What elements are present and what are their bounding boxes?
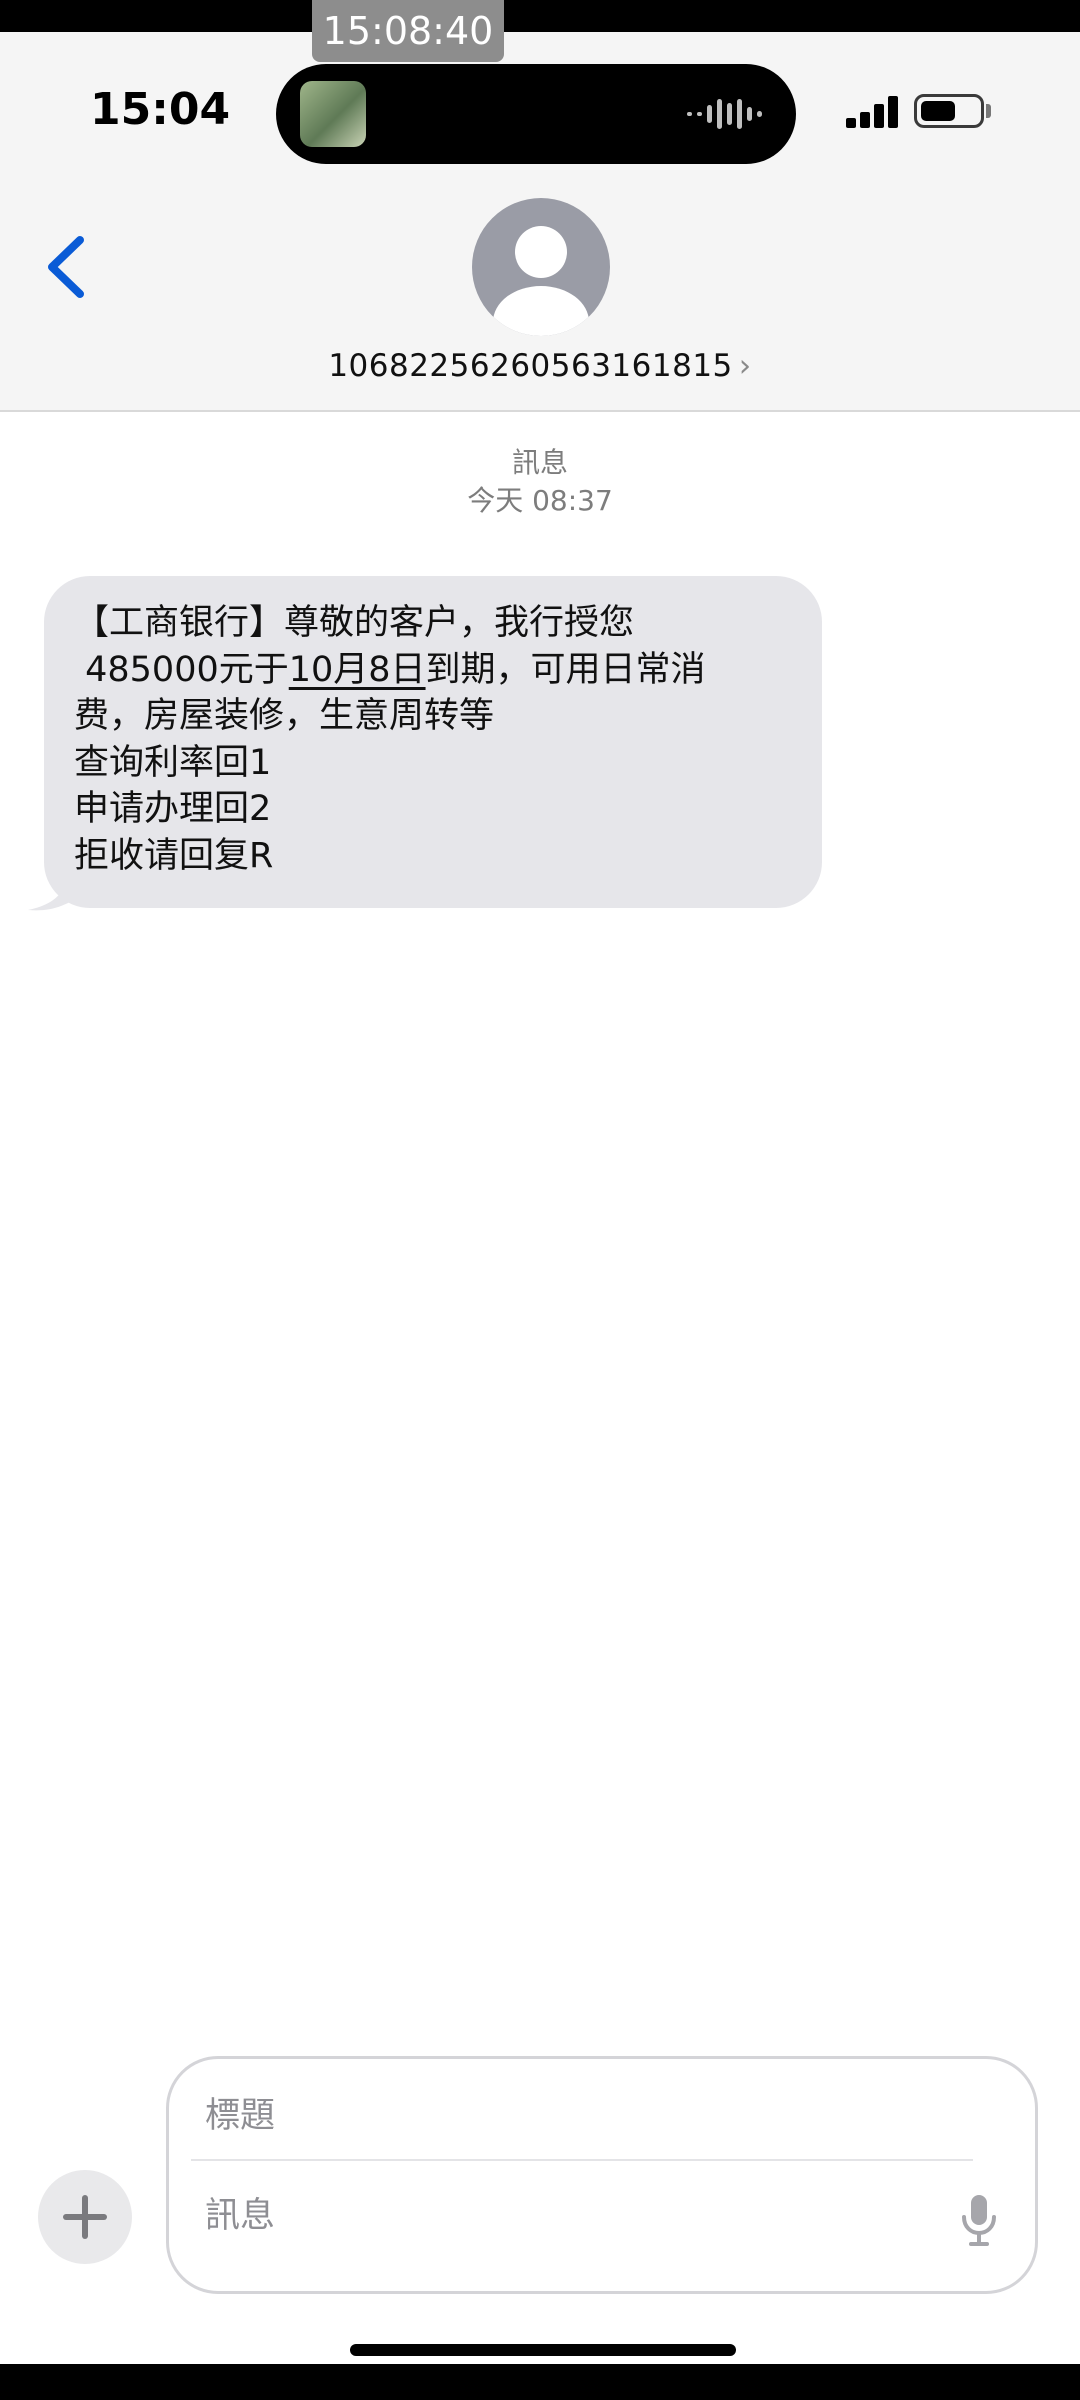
thread-meta: 訊息 今天 08:37 xyxy=(0,444,1080,520)
messages-screen: 15:04 1068225626056316181​5› xyxy=(0,32,1080,2364)
cellular-signal-icon xyxy=(846,94,898,128)
microphone-icon[interactable] xyxy=(959,2193,999,2247)
recording-timestamp: 15:08:40 xyxy=(312,0,504,62)
message-line: 申请办理回2 xyxy=(74,789,272,829)
battery-icon xyxy=(914,94,984,128)
message-line: 485000元于10月8日到期，可用日常消 xyxy=(74,647,792,694)
service-label: 訊息 xyxy=(511,446,568,479)
chevron-right-icon: › xyxy=(738,348,752,384)
plus-icon xyxy=(63,2195,107,2239)
audio-waveform-icon xyxy=(687,97,762,131)
conversation-header: 15:04 1068225626056316181​5 › xyxy=(0,32,1080,412)
subject-input[interactable]: 標題 xyxy=(205,2087,275,2138)
message-timestamp: 今天 08:37 xyxy=(467,484,613,517)
composer-divider xyxy=(191,2159,973,2161)
contact-avatar[interactable] xyxy=(472,198,610,336)
message-amount-text: 485000元于 xyxy=(74,649,289,690)
message-line: 【工商银行】尊敬的客户，我行授您 xyxy=(74,603,635,643)
battery-tip xyxy=(986,104,991,118)
message-line: 费，房屋装修，生意周转等 xyxy=(74,696,495,736)
back-button[interactable] xyxy=(38,232,98,302)
apps-plus-button[interactable] xyxy=(38,2170,132,2264)
live-activity-thumbnail xyxy=(300,81,366,147)
person-icon xyxy=(493,226,589,336)
message-input[interactable]: 訊息 xyxy=(205,2187,275,2238)
contact-number: 1068225626056316181​5 xyxy=(328,348,733,384)
status-time: 15:04 xyxy=(90,84,231,135)
message-line: 拒收请回复R xyxy=(74,835,274,876)
contact-name[interactable]: 1068225626056316181​5 › xyxy=(0,348,1080,384)
incoming-message-bubble[interactable]: 【工商银行】尊敬的客户，我行授您 485000元于10月8日到期，可用日常消 费… xyxy=(44,576,822,908)
message-composer: 標題 訊息 xyxy=(166,2056,1038,2294)
dynamic-island[interactable] xyxy=(276,64,796,164)
battery-level xyxy=(921,101,955,121)
chevron-left-icon xyxy=(48,236,84,298)
home-indicator[interactable] xyxy=(350,2344,736,2356)
message-text: 到期，可用日常消 xyxy=(425,649,706,690)
message-date-link[interactable]: 10月8日 xyxy=(289,650,426,690)
message-line: 查询利率回1 xyxy=(74,742,272,783)
